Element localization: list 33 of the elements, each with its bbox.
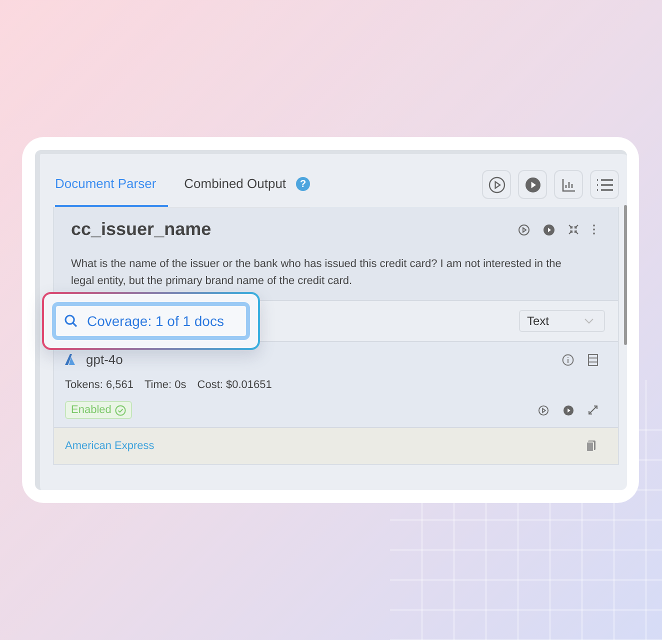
tab[interactable]: Combined Output [184,162,298,206]
list-icon [596,178,614,192]
prompt-description: What is the name of the issuer or the bank who has issued this credit card? I am not interested in the legal entity, but the primary brand name of the credit card. [71,257,562,289]
copy-icon[interactable] [586,440,596,452]
run-button[interactable] [518,170,547,199]
run-icon[interactable] [563,404,574,416]
model-stat: Time: 0s [144,379,186,391]
run-outline-icon[interactable] [538,404,549,416]
help-icon[interactable]: ? [296,177,310,191]
info-icon[interactable] [562,354,574,366]
run-outline-icon[interactable] [518,224,530,236]
chevron-down-icon [584,318,594,324]
bar-chart-icon [560,176,576,192]
prompt-title: cc_issuer_name [71,219,212,240]
model-stat: Cost: $0.01651 [197,379,272,391]
chart-button[interactable] [554,170,583,199]
status-badge: Enabled [65,401,132,419]
play-icon [524,176,542,194]
output-type-select[interactable]: Text [519,310,605,332]
model-name: gpt-4o [86,352,123,367]
result-value: American Express [65,440,154,452]
collapse-icon[interactable] [568,224,579,235]
run-icon[interactable] [543,224,555,236]
expand-icon[interactable] [588,405,598,415]
more-icon[interactable] [592,224,596,235]
model-logo-icon [65,353,78,366]
list-button[interactable] [590,170,619,199]
search-icon [64,314,78,328]
model-stat: Tokens: 6,561 [65,379,134,391]
table-icon[interactable] [588,354,598,366]
coverage-button[interactable]: Coverage: 1 of 1 docs [52,302,250,340]
run-outline-button[interactable] [482,170,511,199]
play-circle-icon [488,176,506,194]
